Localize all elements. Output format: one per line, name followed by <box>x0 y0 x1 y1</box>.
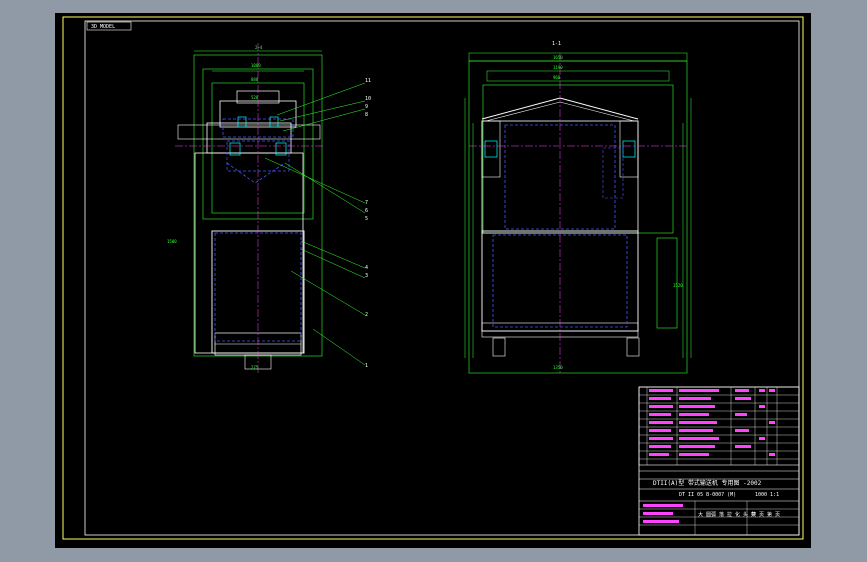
svg-text:1: 1 <box>365 363 368 369</box>
corner-tag: 3D MODEL <box>91 24 115 30</box>
svg-text:8: 8 <box>365 112 368 118</box>
title-block: DTII(A)型 带式输送机 专用图 -2002 DT II 05 B-0007… <box>638 386 800 536</box>
svg-text:1650: 1650 <box>553 55 563 60</box>
svg-text:11: 11 <box>365 78 371 84</box>
svg-text:275: 275 <box>251 365 259 370</box>
svg-text:3: 3 <box>365 273 368 279</box>
title-block-sheet: 1000 1:1 <box>755 492 779 498</box>
svg-text:1520: 1520 <box>673 283 683 288</box>
svg-text:880: 880 <box>251 77 259 82</box>
svg-text:2~4: 2~4 <box>255 45 263 50</box>
title-block-drawing-no: DT II 05 B-0007 (M) <box>679 492 736 498</box>
svg-text:1500: 1500 <box>167 239 177 244</box>
title-block-company: DTII(A)型 带式输送机 专用图 -2002 <box>653 479 762 487</box>
svg-text:2: 2 <box>365 312 368 318</box>
callout-labels: 11 10 9 8 7 6 5 4 3 2 1 <box>365 78 371 369</box>
svg-text:1350: 1350 <box>553 365 563 370</box>
svg-text:4: 4 <box>365 265 368 271</box>
cad-viewport[interactable]: 3D MODEL 2~4 1000 880 520 275 1500 11 10… <box>55 13 811 548</box>
svg-text:1000: 1000 <box>251 63 261 68</box>
outer-frame <box>62 16 804 540</box>
inner-frame <box>84 20 800 536</box>
svg-text:960: 960 <box>553 75 561 80</box>
svg-text:1190: 1190 <box>553 65 563 70</box>
cad-drawing: 3D MODEL 2~4 1000 880 520 275 1500 11 10… <box>62 16 804 540</box>
front-view: 2~4 1000 880 520 275 1500 <box>167 43 366 373</box>
side-view: 1-1 1650 1190 960 1350 1520 <box>464 41 692 374</box>
title-block-sheet-total: 共 页 第 页 <box>751 511 780 518</box>
section-label: 1-1 <box>552 41 561 47</box>
svg-text:520: 520 <box>251 95 259 100</box>
svg-text:9: 9 <box>365 104 368 110</box>
svg-text:7: 7 <box>365 200 368 206</box>
svg-text:6: 6 <box>365 208 368 214</box>
svg-text:5: 5 <box>365 216 368 222</box>
svg-text:10: 10 <box>365 96 371 102</box>
title-block-part-title: 大 圆弧 落 拉 化 头 架 <box>698 511 756 518</box>
